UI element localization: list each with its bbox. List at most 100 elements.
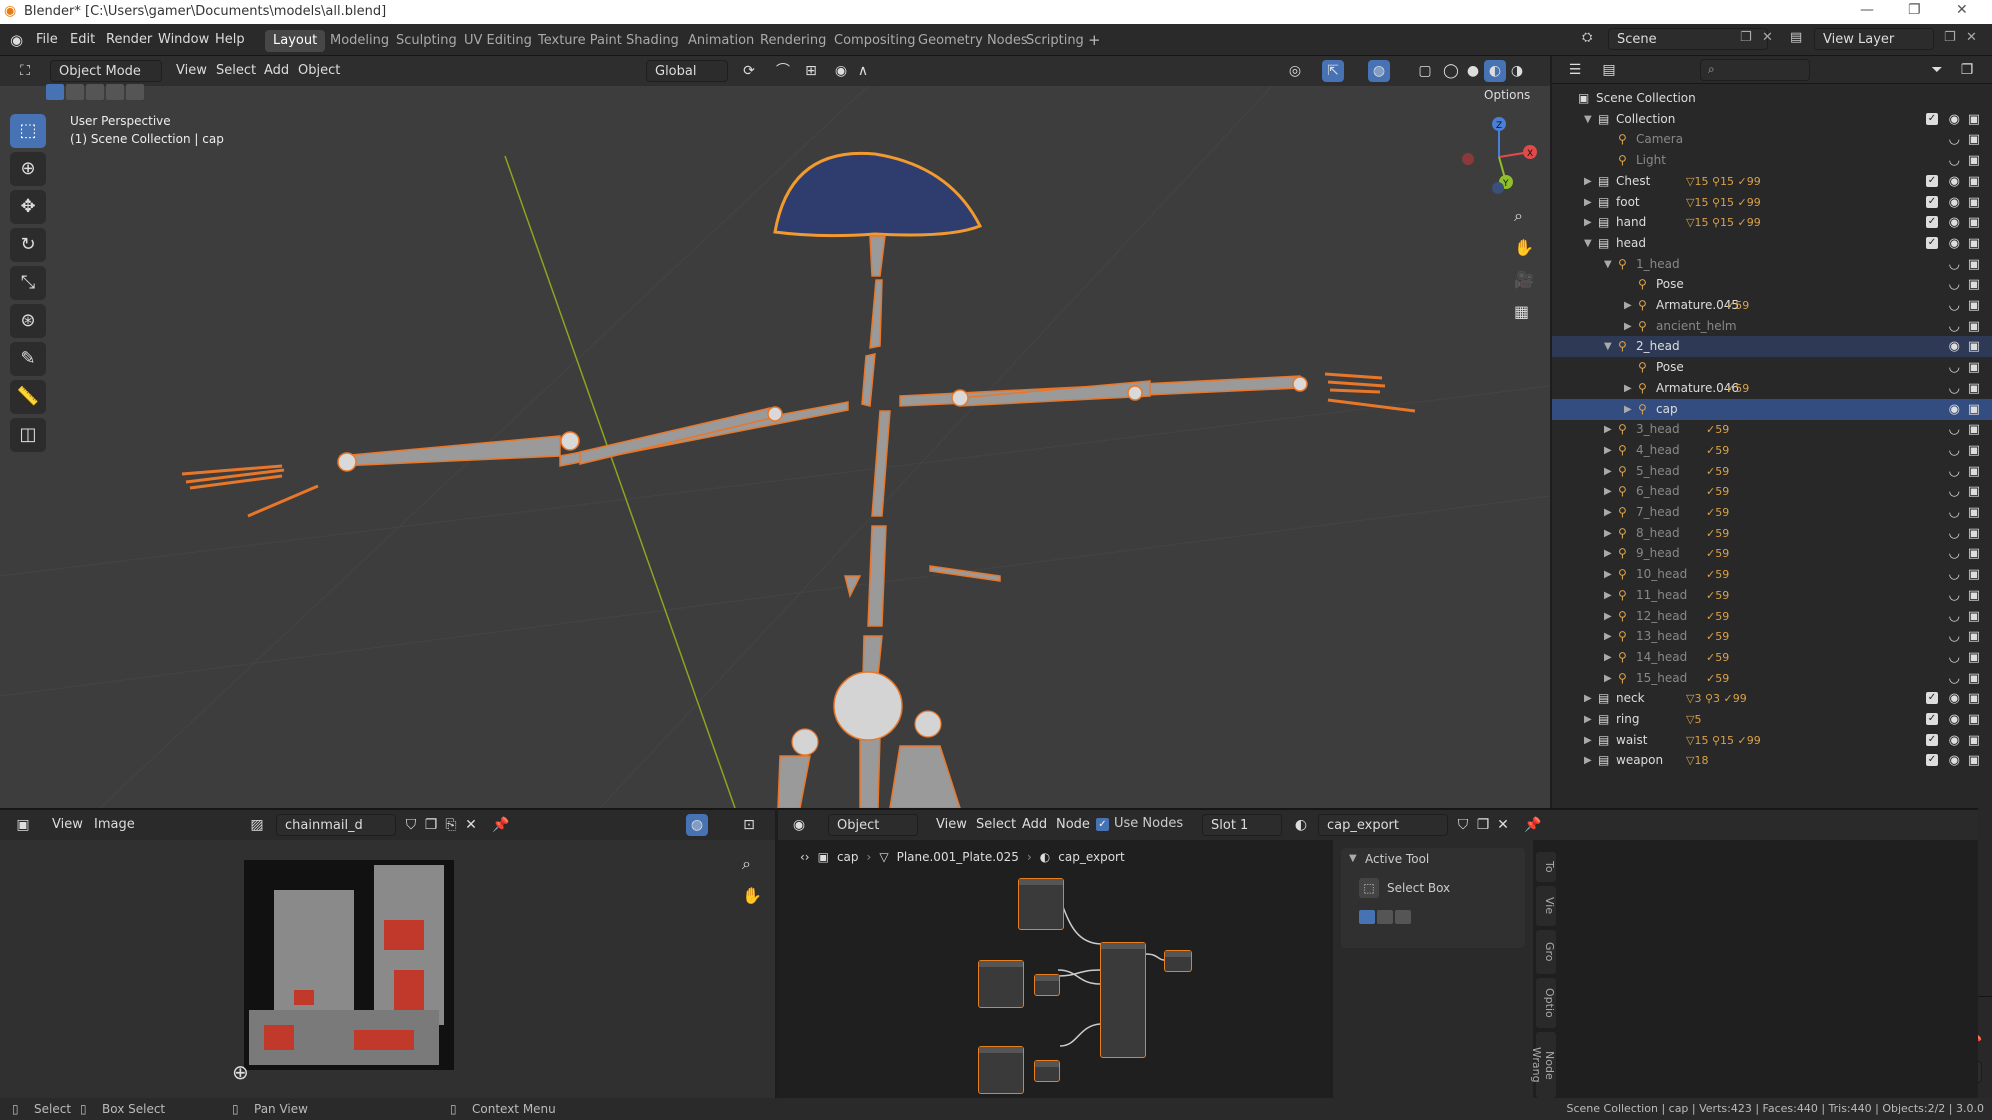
- child-count-badges[interactable]: ✓59: [1706, 626, 1729, 647]
- proportional-edit-icon[interactable]: ◉: [830, 60, 852, 82]
- snap-icon[interactable]: ⌒: [772, 60, 794, 82]
- render-camera-icon[interactable]: ▣: [1968, 440, 1980, 461]
- sidebar-tab-tool[interactable]: To: [1536, 852, 1556, 882]
- image-browse-icon[interactable]: ▨: [246, 814, 268, 836]
- menu-help[interactable]: Help: [215, 32, 245, 47]
- child-count-badges[interactable]: ✓59: [1706, 440, 1729, 461]
- outliner-row[interactable]: ▶ ⚲ 12_head ✓59 ◡ ▣: [1552, 606, 1992, 627]
- collapse-arrow-icon[interactable]: ▶: [1624, 316, 1632, 337]
- outliner-row[interactable]: ▶ ⚲ 13_head ✓59 ◡ ▣: [1552, 626, 1992, 647]
- pivot-icon[interactable]: ⟳: [738, 60, 760, 82]
- rendered-shading-icon[interactable]: ◑: [1506, 60, 1528, 82]
- add-cube-tool-icon[interactable]: ◫: [10, 418, 46, 452]
- outliner-row[interactable]: ▶ ▤ foot ▽15 ⚲15 ✓99 ✓ ◉ ▣: [1552, 192, 1992, 213]
- shader-editor[interactable]: ◉ Object View Select Add Node ✓ Use Node…: [778, 808, 1978, 1100]
- unlink-material-icon[interactable]: ✕: [1492, 814, 1514, 836]
- outliner-row[interactable]: ▶ ⚲ 15_head ✓59 ◡ ▣: [1552, 668, 1992, 689]
- child-count-badges[interactable]: ✓59: [1706, 502, 1729, 523]
- collapse-arrow-icon[interactable]: ▶: [1604, 626, 1612, 647]
- collapse-arrow-icon[interactable]: ▶: [1604, 668, 1612, 689]
- material-shading-icon[interactable]: ◐: [1484, 60, 1506, 82]
- solid-shading-icon[interactable]: ●: [1462, 60, 1484, 82]
- collapse-arrow-icon[interactable]: ▶: [1604, 461, 1612, 482]
- outliner-row[interactable]: ▶ ⚲ 10_head ✓59 ◡ ▣: [1552, 564, 1992, 585]
- visibility-eye-icon[interactable]: ◡: [1949, 502, 1960, 523]
- outliner-row[interactable]: ▶ ▤ ring ▽5 ✓ ◉ ▣: [1552, 709, 1992, 730]
- new-view-layer-icon[interactable]: ❐: [1944, 30, 1956, 45]
- visibility-eye-icon[interactable]: ◉: [1949, 709, 1960, 730]
- child-count-badges[interactable]: ▽18: [1686, 750, 1708, 771]
- render-camera-icon[interactable]: ▣: [1968, 564, 1980, 585]
- falloff-icon[interactable]: ∧: [852, 60, 874, 82]
- tab-modeling[interactable]: Modeling: [322, 30, 397, 52]
- render-camera-icon[interactable]: ▣: [1968, 543, 1980, 564]
- delete-view-layer-icon[interactable]: ✕: [1966, 30, 1977, 45]
- image-texture-node-2[interactable]: [978, 960, 1024, 1008]
- visibility-eye-icon[interactable]: ◡: [1949, 461, 1960, 482]
- render-camera-icon[interactable]: ▣: [1968, 523, 1980, 544]
- image-texture-node[interactable]: [1018, 878, 1064, 930]
- node-select-subtract-icon[interactable]: [1395, 910, 1411, 924]
- expand-arrow-icon[interactable]: ▼: [1584, 109, 1592, 130]
- select-extend-icon[interactable]: [66, 84, 84, 100]
- image-name-field[interactable]: chainmail_d: [276, 814, 396, 836]
- render-camera-icon[interactable]: ▣: [1968, 212, 1980, 233]
- sidebar-tab-node-wrangler[interactable]: Node Wrang: [1530, 1032, 1556, 1098]
- visibility-eye-icon[interactable]: ◉: [1949, 192, 1960, 213]
- outliner-row[interactable]: ⚲ Pose ◡ ▣: [1552, 357, 1992, 378]
- move-tool-icon[interactable]: ✥: [10, 190, 46, 224]
- image-menu-view[interactable]: View: [44, 814, 91, 836]
- visibility-eye-icon[interactable]: ◉: [1949, 399, 1960, 420]
- overlays-icon[interactable]: ◍: [1368, 60, 1390, 82]
- render-camera-icon[interactable]: ▣: [1968, 668, 1980, 689]
- expand-arrow-icon[interactable]: ▼: [1584, 233, 1592, 254]
- outliner-editor-type-icon[interactable]: ☰: [1564, 59, 1586, 81]
- render-camera-icon[interactable]: ▣: [1968, 606, 1980, 627]
- render-camera-icon[interactable]: ▣: [1968, 378, 1980, 399]
- outliner-row[interactable]: ⚲ Camera ◡ ▣: [1552, 129, 1992, 150]
- normal-map-node[interactable]: [1034, 974, 1060, 996]
- pin-material-icon[interactable]: 📌: [1522, 814, 1544, 836]
- collapse-arrow-icon[interactable]: ▶: [1604, 481, 1612, 502]
- outliner-row[interactable]: ▼ ⚲ 2_head ◉ ▣: [1552, 336, 1992, 358]
- collapse-arrow-icon[interactable]: ▶: [1584, 730, 1592, 751]
- visibility-eye-icon[interactable]: ◉: [1949, 109, 1960, 130]
- gizmo-icon[interactable]: ⇱: [1322, 60, 1344, 82]
- visibility-eye-icon[interactable]: ◉: [1949, 750, 1960, 771]
- collapse-arrow-icon[interactable]: ▶: [1604, 606, 1612, 627]
- exclude-checkbox[interactable]: ✓: [1926, 733, 1938, 746]
- child-count-badges[interactable]: ▽15 ⚲15 ✓99: [1686, 192, 1761, 213]
- outliner-row[interactable]: ▼ ▤ Collection ✓ ◉ ▣: [1552, 109, 1992, 130]
- exclude-checkbox[interactable]: ✓: [1926, 713, 1938, 725]
- options-dropdown[interactable]: Options: [1476, 84, 1538, 106]
- visibility-eye-icon[interactable]: ◡: [1949, 254, 1960, 275]
- child-count-badges[interactable]: ✓59: [1706, 419, 1729, 440]
- child-count-badges[interactable]: ✓59: [1706, 543, 1729, 564]
- outliner-row[interactable]: ▣ Scene Collection: [1552, 88, 1992, 109]
- child-count-badges[interactable]: ▽3 ⚲3 ✓99: [1686, 688, 1747, 709]
- menu-edit[interactable]: Edit: [70, 32, 95, 47]
- separate-node[interactable]: [1034, 1060, 1060, 1082]
- render-camera-icon[interactable]: ▣: [1968, 357, 1980, 378]
- display-channels-icon[interactable]: ⊡: [738, 814, 760, 836]
- viewport-menu-object[interactable]: Object: [290, 60, 348, 82]
- 3d-viewport[interactable]: [0, 56, 1550, 808]
- visibility-eye-icon[interactable]: ◉: [1949, 730, 1960, 751]
- tab-uv-editing[interactable]: UV Editing: [456, 30, 540, 52]
- render-camera-icon[interactable]: ▣: [1968, 274, 1980, 295]
- exclude-checkbox[interactable]: ✓: [1926, 112, 1938, 125]
- add-workspace-icon[interactable]: +: [1088, 31, 1101, 49]
- visibility-eye-icon[interactable]: ◡: [1949, 647, 1960, 668]
- render-camera-icon[interactable]: ▣: [1968, 233, 1980, 254]
- render-camera-icon[interactable]: ▣: [1968, 709, 1980, 730]
- visibility-eye-icon[interactable]: ◡: [1949, 523, 1960, 544]
- material-output-node[interactable]: [1164, 950, 1192, 972]
- fake-user-icon[interactable]: ⛉: [400, 814, 422, 836]
- outliner-row[interactable]: ▼ ⚲ 1_head ◡ ▣: [1552, 254, 1992, 275]
- child-count-badges[interactable]: ✓59: [1706, 523, 1729, 544]
- image-editor[interactable]: ▣ View Image ▨ chainmail_d ⛉ ❐ ⎘ ✕ 📌 ◍ ⊡…: [0, 808, 775, 1098]
- expand-arrow-icon[interactable]: ▼: [1604, 254, 1612, 275]
- collapse-arrow-icon[interactable]: ▶: [1584, 688, 1592, 709]
- outliner-row[interactable]: ⚲ Light ◡ ▣: [1552, 150, 1992, 171]
- child-count-badges[interactable]: ✓59: [1726, 295, 1749, 316]
